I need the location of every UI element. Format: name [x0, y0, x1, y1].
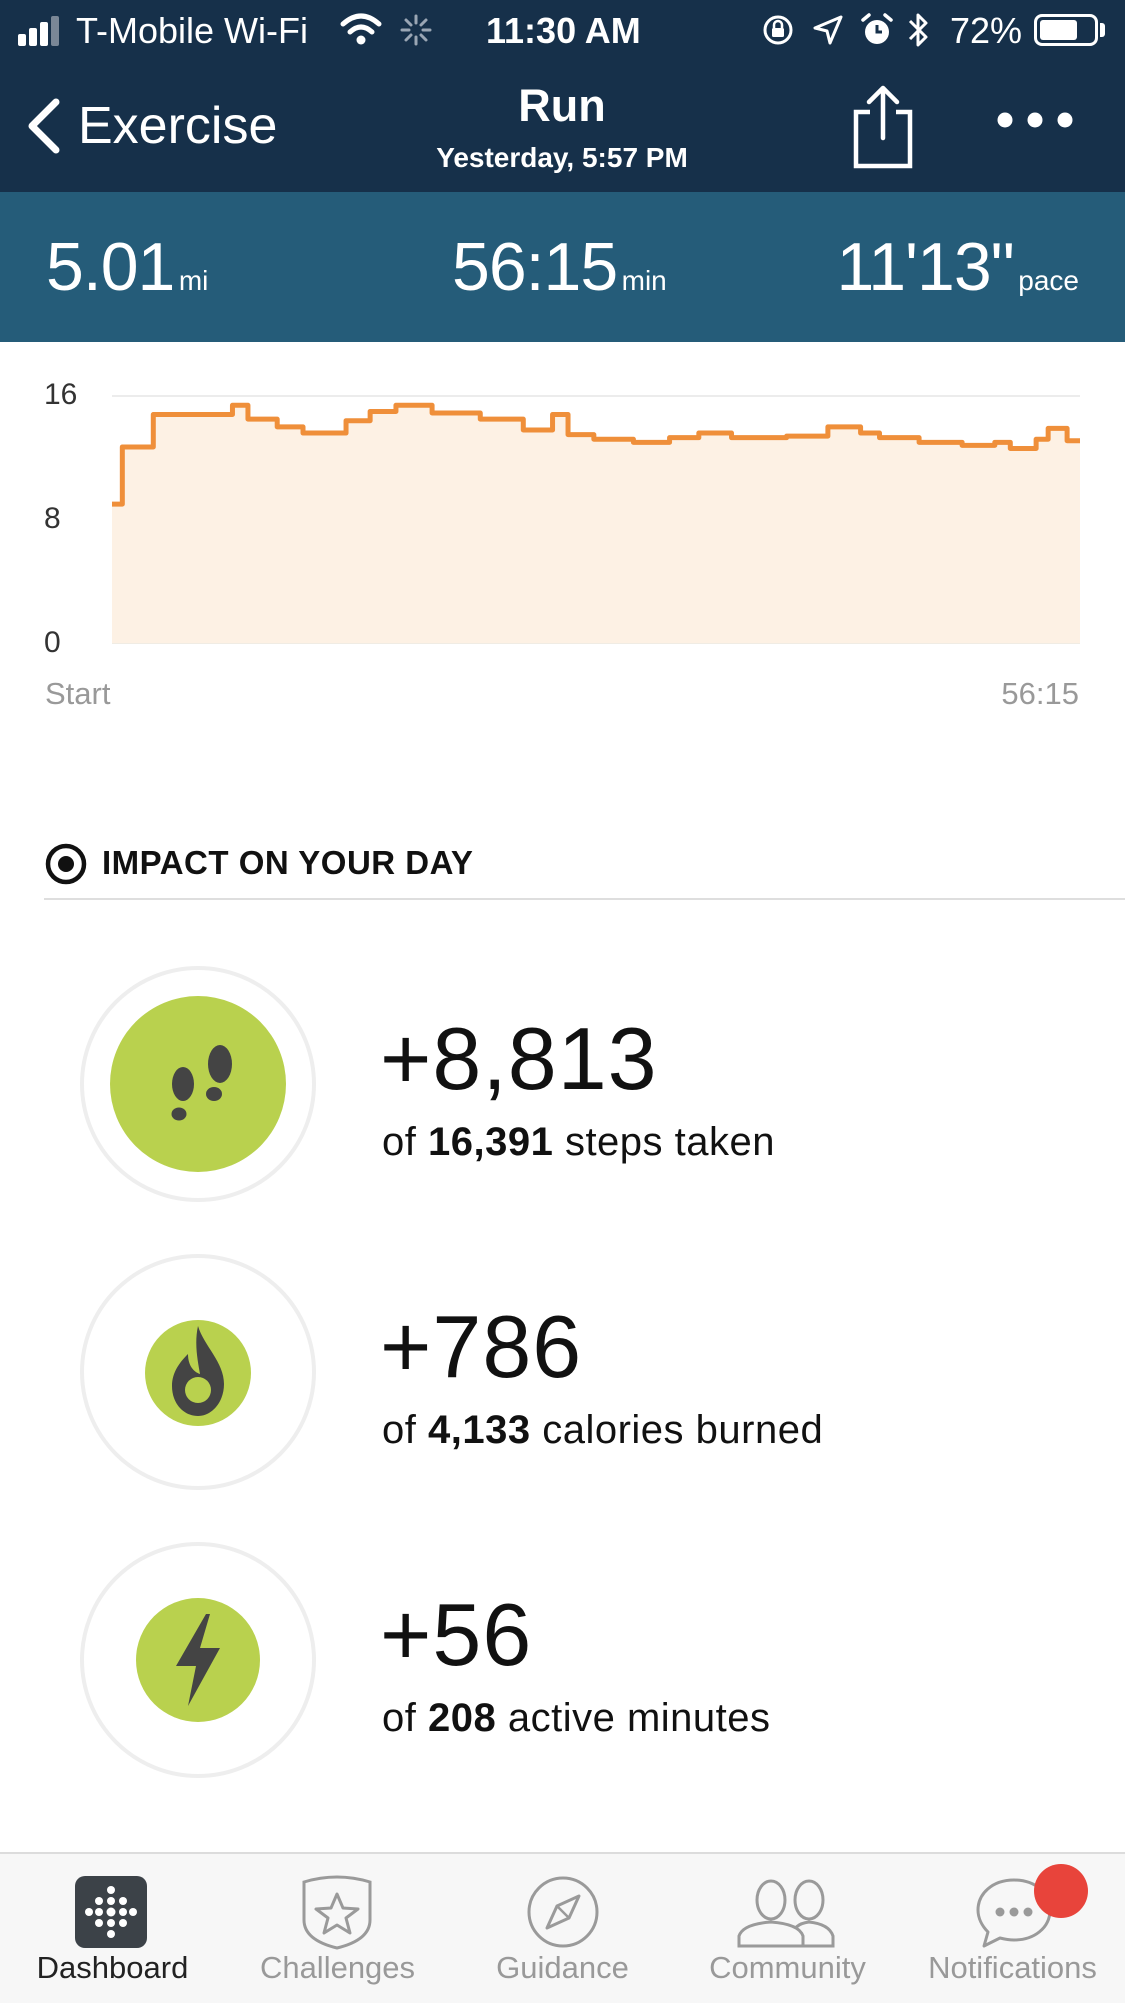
x-end-label: 56:15: [1001, 676, 1079, 711]
compass-icon: [527, 1876, 599, 1948]
footsteps-icon: [171, 1045, 232, 1121]
active-minutes-added: +56: [380, 1585, 533, 1684]
flame-icon: [172, 1326, 224, 1416]
steps-total: 16,391: [427, 1120, 554, 1164]
tab-notifications[interactable]: Notifications: [900, 1854, 1125, 2003]
x-start-label: Start: [45, 676, 111, 711]
tab-challenges[interactable]: Challenges: [225, 1854, 450, 2003]
section-divider: [44, 898, 1125, 900]
star-badge-icon: [302, 1875, 372, 1950]
heart-rate-chart: [112, 395, 1080, 644]
target-icon: [45, 843, 87, 885]
tab-bar: Dashboard Challenges Guidance Community: [0, 1852, 1125, 2003]
tab-label: Notifications: [928, 1950, 1097, 1985]
notification-badge: [1034, 1864, 1088, 1918]
lightning-icon: [176, 1614, 220, 1706]
active-minutes-summary: of 208 active minutes: [382, 1696, 771, 1740]
calories-total: 4,133: [427, 1408, 531, 1452]
tab-guidance[interactable]: Guidance: [450, 1854, 675, 2003]
calories-summary: of 4,133 calories burned: [382, 1408, 824, 1452]
people-icon: [737, 1879, 835, 1948]
tab-community[interactable]: Community: [675, 1854, 900, 2003]
calories-added: +786: [380, 1297, 583, 1396]
dashboard-icon: [75, 1876, 147, 1948]
tab-dashboard[interactable]: Dashboard: [0, 1854, 225, 2003]
tab-label: Community: [709, 1950, 866, 1985]
tab-label: Challenges: [259, 1950, 416, 1985]
tab-label: Dashboard: [36, 1950, 189, 1985]
impact-section-title: IMPACT ON YOUR DAY: [102, 844, 474, 881]
tab-label: Guidance: [496, 1950, 629, 1985]
steps-added: +8,813: [380, 1009, 658, 1108]
steps-summary: of 16,391 steps taken: [382, 1120, 776, 1164]
active-minutes-total: 208: [427, 1696, 497, 1740]
